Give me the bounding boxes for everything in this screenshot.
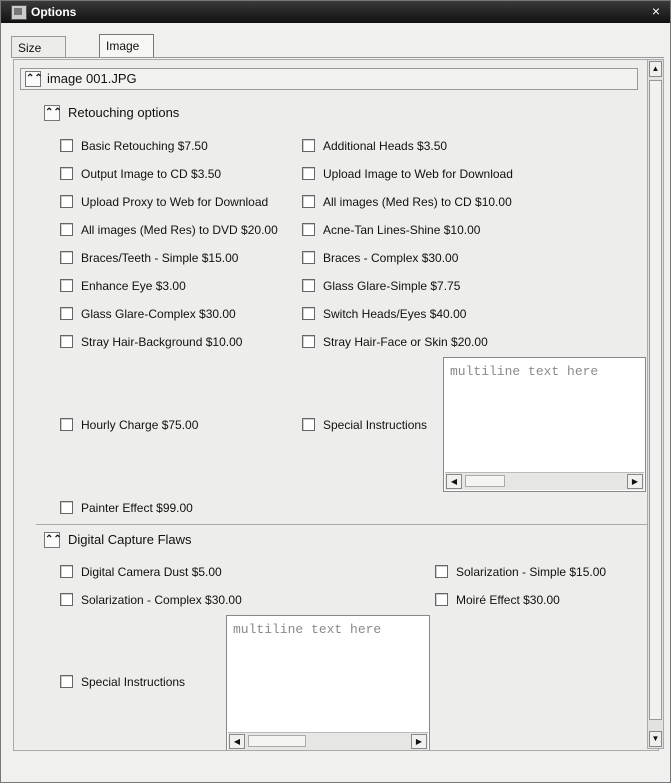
arrow-left-icon[interactable]: ◀ — [229, 734, 245, 749]
checkbox-label: Hourly Charge $75.00 — [81, 417, 199, 432]
section-divider — [36, 524, 648, 525]
arrow-up-icon[interactable]: ▲ — [649, 61, 662, 77]
checkbox-all-images-dvd[interactable]: All images (Med Res) to DVD $20.00 — [60, 222, 278, 238]
checkbox-camera-dust[interactable]: Digital Camera Dust $5.00 — [60, 564, 222, 580]
checkbox-label: Digital Camera Dust $5.00 — [81, 564, 222, 579]
checkbox-switch-heads[interactable]: Switch Heads/Eyes $40.00 — [302, 306, 466, 322]
checkbox-additional-heads[interactable]: Additional Heads $3.50 — [302, 138, 447, 154]
arrow-right-icon[interactable]: ▶ — [411, 734, 427, 749]
arrow-left-icon[interactable]: ◀ — [446, 474, 462, 489]
checkbox-label: Solarization - Complex $30.00 — [81, 592, 242, 607]
digital-capture-section-title: Digital Capture Flaws — [68, 532, 192, 547]
checkbox-label: Upload Proxy to Web for Download — [81, 194, 269, 209]
tab-divider — [11, 57, 664, 58]
chevron-double-up-icon[interactable]: ⌃⌃ — [44, 532, 62, 548]
checkbox-label: Glass Glare-Complex $30.00 — [81, 306, 236, 321]
horizontal-scrollbar[interactable]: ◀ ▶ — [445, 472, 644, 490]
checkbox-braces-complex[interactable]: Braces - Complex $30.00 — [302, 250, 458, 266]
checkbox-label: Acne-Tan Lines-Shine $10.00 — [323, 222, 481, 237]
special-instructions-textarea[interactable]: ◀ ▶ — [443, 357, 647, 492]
vertical-scrollbar[interactable]: ▲ ▼ — [647, 59, 664, 749]
checkbox-solarization-complex[interactable]: Solarization - Complex $30.00 — [60, 592, 242, 608]
checkbox-label: Painter Effect $99.00 — [81, 500, 193, 515]
image-section-header[interactable]: ⌃⌃ image 001.JPG — [20, 68, 638, 90]
checkbox-output-image-cd[interactable]: Output Image to CD $3.50 — [60, 166, 221, 182]
horizontal-scrollbar[interactable]: ◀ ▶ — [228, 732, 428, 750]
capture-instructions-input[interactable] — [231, 620, 431, 731]
checkbox-glass-glare-simple[interactable]: Glass Glare-Simple $7.75 — [302, 278, 460, 294]
window-title: Options — [31, 5, 77, 19]
checkbox-label: All images (Med Res) to CD $10.00 — [323, 194, 512, 209]
checkbox-stray-hair-face[interactable]: Stray Hair-Face or Skin $20.00 — [302, 334, 488, 350]
checkbox-label: Additional Heads $3.50 — [323, 138, 448, 153]
checkbox-enhance-eye[interactable]: Enhance Eye $3.00 — [60, 278, 186, 294]
checkbox-moire-effect[interactable]: Moiré Effect $30.00 — [435, 592, 560, 608]
checkbox-label: Basic Retouching $7.50 — [81, 138, 208, 153]
title-bar: Options × — [1, 1, 670, 23]
checkbox-acne-tan-lines[interactable]: Acne-Tan Lines-Shine $10.00 — [302, 222, 480, 238]
capture-instructions-textarea[interactable]: ◀ ▶ — [226, 615, 431, 750]
chevron-double-up-icon[interactable]: ⌃⌃ — [25, 71, 43, 87]
app-icon — [11, 5, 27, 20]
retouching-section-title: Retouching options — [68, 105, 180, 120]
special-instructions-input[interactable] — [448, 362, 647, 471]
checkbox-label: Switch Heads/Eyes $40.00 — [323, 306, 467, 321]
checkbox-label: Output Image to CD $3.50 — [81, 166, 222, 181]
tab-size-options[interactable]: Size Options — [11, 36, 67, 77]
checkbox-label: Solarization - Simple $15.00 — [456, 564, 607, 579]
checkbox-all-images-cd[interactable]: All images (Med Res) to CD $10.00 — [302, 194, 512, 210]
checkbox-label: Special Instructions — [81, 674, 186, 689]
checkbox-label: Stray Hair-Background $10.00 — [81, 334, 243, 349]
checkbox-glass-glare-complex[interactable]: Glass Glare-Complex $30.00 — [60, 306, 236, 322]
arrow-right-icon[interactable]: ▶ — [627, 474, 643, 489]
arrow-down-icon[interactable]: ▼ — [649, 731, 662, 747]
checkbox-upload-image-web[interactable]: Upload Image to Web for Download — [302, 166, 513, 182]
checkbox-braces-simple[interactable]: Braces/Teeth - Simple $15.00 — [60, 250, 238, 266]
scroll-thumb[interactable] — [649, 80, 662, 720]
checkbox-painter-effect[interactable]: Painter Effect $99.00 — [60, 500, 193, 516]
checkbox-label: Enhance Eye $3.00 — [81, 278, 186, 293]
chevron-double-up-icon[interactable]: ⌃⌃ — [44, 105, 62, 121]
checkbox-label: Special Instructions — [323, 417, 428, 432]
checkbox-label: Braces - Complex $30.00 — [323, 250, 459, 265]
checkbox-basic-retouching[interactable]: Basic Retouching $7.50 — [60, 138, 208, 154]
checkbox-hourly-charge[interactable]: Hourly Charge $75.00 — [60, 417, 198, 433]
checkbox-label: Stray Hair-Face or Skin $20.00 — [323, 334, 488, 349]
options-window: Options × Size Options Image Options ⌃⌃ … — [0, 0, 671, 783]
checkbox-label: Glass Glare-Simple $7.75 — [323, 278, 461, 293]
checkbox-label: Moiré Effect $30.00 — [456, 592, 560, 607]
scroll-thumb[interactable] — [248, 735, 306, 747]
close-icon[interactable]: × — [648, 3, 664, 19]
checkbox-solarization-simple[interactable]: Solarization - Simple $15.00 — [435, 564, 606, 580]
checkbox-label: Upload Image to Web for Download — [323, 166, 513, 181]
checkbox-special-instructions-capture[interactable]: Special Instructions — [60, 674, 185, 690]
options-panel: ⌃⌃ image 001.JPG ⌃⌃ Retouching options B… — [13, 59, 659, 751]
checkbox-label: All images (Med Res) to DVD $20.00 — [81, 222, 278, 237]
scroll-thumb[interactable] — [465, 475, 505, 487]
tab-image-options[interactable]: Image Options — [99, 34, 155, 75]
checkbox-label: Braces/Teeth - Simple $15.00 — [81, 250, 239, 265]
checkbox-special-instructions[interactable]: Special Instructions — [302, 417, 427, 433]
checkbox-upload-proxy[interactable]: Upload Proxy to Web for Download — [60, 194, 268, 210]
image-file-title: image 001.JPG — [47, 71, 137, 86]
checkbox-stray-hair-background[interactable]: Stray Hair-Background $10.00 — [60, 334, 242, 350]
